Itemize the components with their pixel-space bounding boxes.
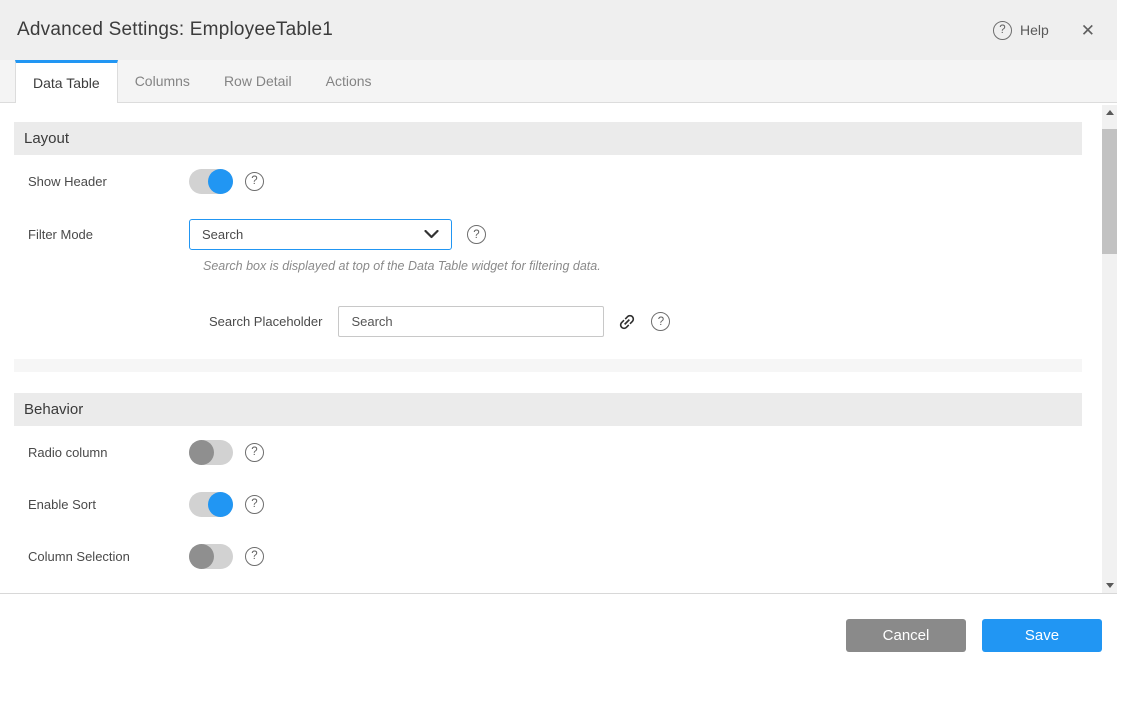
cancel-button[interactable]: Cancel xyxy=(846,619,966,652)
filter-mode-label: Filter Mode xyxy=(14,227,189,242)
section-layout: Layout Show Header ? Filter Mode Search … xyxy=(14,122,1082,372)
toggle-knob xyxy=(189,544,214,569)
section-behavior-title: Behavior xyxy=(14,393,1082,426)
tab-bar: Data Table Columns Row Detail Actions xyxy=(0,60,1117,103)
section-footer-strip xyxy=(14,359,1082,372)
row-search-placeholder: Search Placeholder ? xyxy=(14,306,1082,337)
radio-column-toggle[interactable] xyxy=(189,440,233,465)
radio-column-label: Radio column xyxy=(14,445,189,460)
link-icon[interactable] xyxy=(613,307,641,335)
dialog-header: Advanced Settings: EmployeeTable1 ? Help… xyxy=(0,0,1117,60)
tab-actions[interactable]: Actions xyxy=(309,60,389,102)
column-selection-label: Column Selection xyxy=(14,549,189,564)
scroll-down-button[interactable] xyxy=(1102,578,1117,593)
row-enable-sort: Enable Sort ? xyxy=(14,478,1082,530)
help-icon: ? xyxy=(993,21,1012,40)
row-radio-column: Radio column ? xyxy=(14,426,1082,478)
settings-scroll-area: Layout Show Header ? Filter Mode Search … xyxy=(0,103,1117,593)
filter-mode-select[interactable]: Search xyxy=(189,219,452,250)
search-placeholder-input[interactable] xyxy=(338,306,604,337)
enable-sort-help-icon[interactable]: ? xyxy=(245,495,264,514)
row-filter-mode: Filter Mode Search ? xyxy=(14,219,1082,250)
vertical-scrollbar[interactable] xyxy=(1102,105,1117,593)
scroll-down-icon xyxy=(1106,583,1114,588)
close-icon[interactable]: ✕ xyxy=(1081,22,1095,39)
dialog-footer: Cancel Save xyxy=(0,594,1117,652)
row-column-selection: Column Selection ? xyxy=(14,530,1082,582)
page: Advanced Settings: EmployeeTable1 ? Help… xyxy=(0,0,1148,717)
toggle-knob xyxy=(208,169,233,194)
radio-column-help-icon[interactable]: ? xyxy=(245,443,264,462)
scrollbar-thumb[interactable] xyxy=(1102,129,1117,254)
filter-mode-value: Search xyxy=(202,227,424,242)
tab-row-detail[interactable]: Row Detail xyxy=(207,60,309,102)
help-label: Help xyxy=(1020,22,1049,38)
filter-mode-help-icon[interactable]: ? xyxy=(467,225,486,244)
help-button[interactable]: ? Help xyxy=(993,21,1049,40)
show-header-toggle[interactable] xyxy=(189,169,233,194)
tab-columns[interactable]: Columns xyxy=(118,60,207,102)
enable-sort-toggle[interactable] xyxy=(189,492,233,517)
section-layout-title: Layout xyxy=(14,122,1082,155)
column-selection-toggle[interactable] xyxy=(189,544,233,569)
search-placeholder-help-icon[interactable]: ? xyxy=(651,312,670,331)
save-button[interactable]: Save xyxy=(982,619,1102,652)
section-spacer xyxy=(14,337,1082,359)
scroll-up-icon xyxy=(1106,110,1114,115)
row-show-header: Show Header ? xyxy=(14,155,1082,207)
search-placeholder-label: Search Placeholder xyxy=(209,314,322,329)
column-selection-help-icon[interactable]: ? xyxy=(245,547,264,566)
chevron-down-icon xyxy=(424,230,439,239)
tab-data-table[interactable]: Data Table xyxy=(15,60,118,103)
advanced-settings-dialog: Advanced Settings: EmployeeTable1 ? Help… xyxy=(0,0,1117,652)
toggle-knob xyxy=(189,440,214,465)
dialog-title: Advanced Settings: EmployeeTable1 xyxy=(17,19,993,41)
filter-mode-hint: Search box is displayed at top of the Da… xyxy=(203,259,1082,273)
show-header-label: Show Header xyxy=(14,174,189,189)
toggle-knob xyxy=(208,492,233,517)
section-behavior: Behavior Radio column ? Enable Sort ? Co… xyxy=(14,393,1082,593)
section-spacer xyxy=(14,582,1082,593)
show-header-help-icon[interactable]: ? xyxy=(245,172,264,191)
enable-sort-label: Enable Sort xyxy=(14,497,189,512)
scroll-up-button[interactable] xyxy=(1102,105,1117,120)
